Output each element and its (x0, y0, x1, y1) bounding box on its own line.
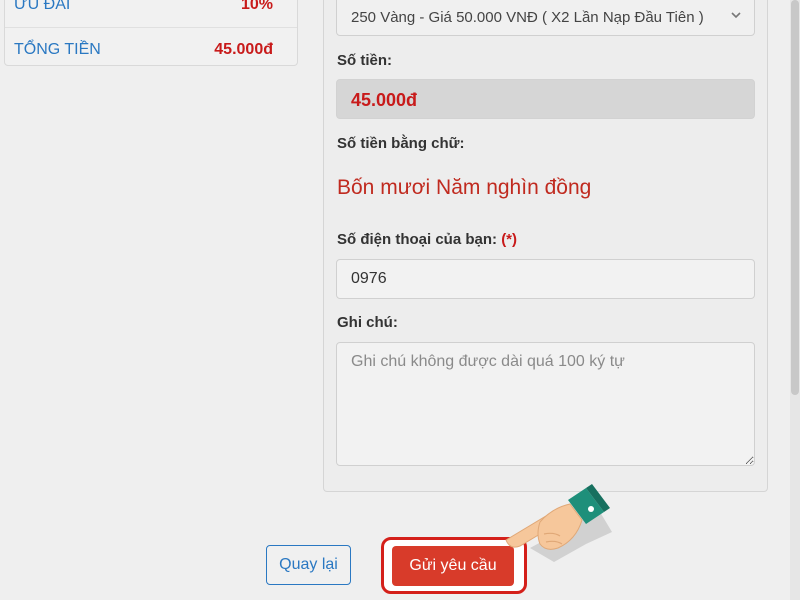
phone-input[interactable] (336, 259, 755, 299)
package-select-value: 250 Vàng - Giá 50.000 VNĐ ( X2 Lần Nạp Đ… (351, 9, 704, 26)
note-label: Ghi chú: (337, 314, 398, 331)
package-select[interactable]: 250 Vàng - Giá 50.000 VNĐ ( X2 Lần Nạp Đ… (336, 0, 755, 36)
total-value: 45.000đ (214, 41, 273, 58)
summary-row-total: TỔNG TIỀN 45.000đ (5, 27, 297, 67)
page-scrollbar[interactable] (790, 0, 800, 600)
discount-value: 10% (240, 0, 273, 13)
scrollbar-thumb[interactable] (791, 0, 799, 395)
back-button[interactable]: Quay lại (266, 545, 351, 585)
amount-field: 45.000đ (336, 79, 755, 119)
chevron-down-icon (731, 12, 741, 19)
discount-label: ƯU ĐÃI (14, 0, 71, 13)
amount-words-label: Số tiền bằng chữ: (337, 135, 465, 152)
phone-label-row: Số điện thoại của bạn: (*) (337, 231, 517, 248)
required-mark: (*) (501, 231, 518, 248)
total-label: TỔNG TIỀN (14, 41, 101, 58)
note-textarea[interactable] (336, 342, 755, 466)
summary-row-discount: ƯU ĐÃI 10% (5, 0, 297, 23)
amount-words-value: Bốn mươi Năm nghìn đồng (337, 176, 592, 199)
pointing-hand-icon (505, 484, 612, 562)
phone-label: Số điện thoại của bạn: (337, 231, 498, 248)
amount-label: Số tiền: (337, 52, 392, 69)
submit-button[interactable]: Gửi yêu cầu (392, 546, 514, 586)
amount-value: 45.000đ (351, 90, 418, 110)
order-summary-panel: ƯU ĐÃI 10% TỔNG TIỀN 45.000đ (4, 0, 298, 66)
